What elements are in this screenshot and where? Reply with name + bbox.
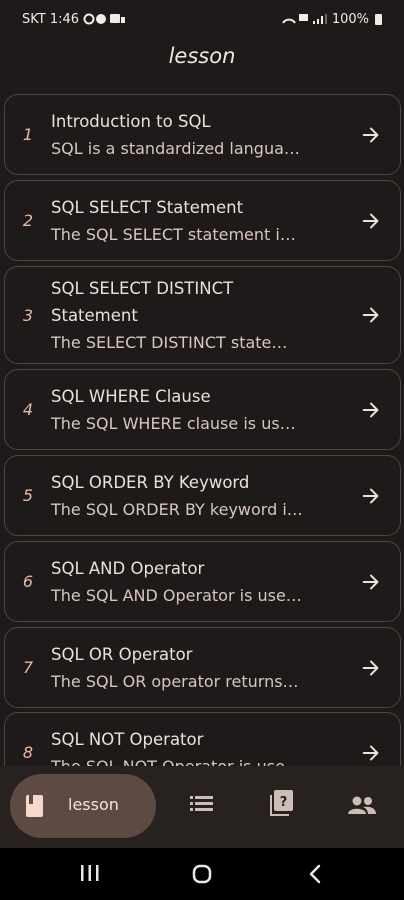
arrow-right-icon[interactable]	[342, 657, 400, 679]
lesson-number: 7	[22, 658, 34, 677]
nav-label-lesson: lesson	[68, 795, 119, 814]
lesson-card[interactable]: 2 SQL SELECT Statement The SQL SELECT st…	[4, 180, 401, 261]
arrow-right-icon[interactable]	[342, 742, 400, 764]
lesson-description: The SQL NOT Operator is use…	[51, 756, 301, 767]
lesson-card[interactable]: 4 SQL WHERE Clause The SQL WHERE clause …	[4, 369, 401, 450]
lesson-text: SQL SELECT Statement The SQL SELECT stat…	[51, 194, 342, 248]
lesson-description: The SQL OR operator returns …	[51, 671, 303, 691]
lesson-description: The SQL WHERE clause is us…	[51, 413, 296, 433]
back-icon[interactable]	[308, 864, 322, 888]
lesson-text: Introduction to SQL SQL is a standardize…	[51, 108, 342, 162]
arrow-right-icon[interactable]	[342, 571, 400, 593]
lesson-title: SQL NOT Operator	[51, 729, 204, 749]
people-icon[interactable]	[348, 796, 376, 818]
lesson-description: The SELECT DISTINCT state…	[51, 332, 288, 352]
bottom-nav: lesson ?	[0, 766, 404, 848]
notification-icon	[83, 13, 126, 25]
lesson-text: SQL ORDER BY Keyword The SQL ORDER BY ke…	[51, 469, 342, 523]
status-bar: SKT 1:46 100%	[0, 0, 404, 38]
list-icon[interactable]	[190, 794, 214, 816]
lesson-number: 1	[22, 125, 34, 144]
lesson-title: SQL ORDER BY Keyword	[51, 472, 250, 492]
battery-text: 100%	[331, 11, 369, 27]
lesson-card[interactable]: 6 SQL AND Operator The SQL AND Operator …	[4, 541, 401, 622]
lesson-title: SQL WHERE Clause	[51, 386, 211, 406]
status-right: 100%	[281, 11, 382, 27]
arrow-right-icon[interactable]	[342, 304, 400, 326]
lesson-number: 8	[22, 743, 34, 762]
lesson-text: SQL SELECT DISTINCT Statement The SELECT…	[51, 275, 342, 356]
carrier-time: SKT 1:46	[22, 11, 80, 27]
lesson-title: SQL AND Operator	[51, 558, 205, 578]
lesson-card[interactable]: 1 Introduction to SQL SQL is a standardi…	[4, 94, 401, 175]
home-icon[interactable]	[192, 864, 212, 888]
system-nav-bar	[0, 848, 404, 900]
arrow-right-icon[interactable]	[342, 485, 400, 507]
quiz-icon[interactable]: ?	[270, 790, 294, 820]
lesson-number: 5	[22, 486, 34, 505]
recent-apps-icon[interactable]	[80, 864, 100, 886]
lesson-title: SQL SELECT Statement	[51, 197, 244, 217]
lesson-description: The SQL ORDER BY keyword i…	[51, 499, 303, 519]
lesson-list[interactable]: 1 Introduction to SQL SQL is a standardi…	[0, 94, 404, 766]
lesson-card[interactable]: 8 SQL NOT Operator The SQL NOT Operator …	[4, 712, 401, 766]
battery-icon	[375, 13, 382, 25]
lesson-title: SQL OR Operator	[51, 644, 193, 664]
lesson-description: SQL is a standardized langua…	[51, 138, 300, 158]
lesson-number: 3	[22, 305, 34, 325]
page-title: lesson	[168, 44, 236, 68]
app-screen: SKT 1:46 100% lesson 1 Introduction to S…	[0, 0, 404, 900]
lesson-title: SQL SELECT DISTINCT Statement	[51, 278, 234, 325]
lesson-title: Introduction to SQL	[51, 111, 211, 131]
lesson-card[interactable]: 5 SQL ORDER BY Keyword The SQL ORDER BY …	[4, 455, 401, 536]
lesson-card[interactable]: 7 SQL OR Operator The SQL OR operator re…	[4, 627, 401, 708]
lesson-text: SQL OR Operator The SQL OR operator retu…	[51, 641, 342, 695]
lesson-description: The SQL SELECT statement i…	[51, 224, 296, 244]
lesson-text: SQL AND Operator The SQL AND Operator is…	[51, 555, 342, 609]
lesson-text: SQL NOT Operator The SQL NOT Operator is…	[51, 726, 342, 767]
lesson-text: SQL WHERE Clause The SQL WHERE clause is…	[51, 383, 342, 437]
lesson-description: The SQL AND Operator is use…	[51, 585, 302, 605]
arrow-right-icon[interactable]	[342, 124, 400, 146]
lesson-number: 6	[22, 572, 34, 591]
book-icon	[24, 794, 46, 822]
status-left: SKT 1:46	[22, 12, 127, 27]
lesson-number: 4	[22, 400, 34, 419]
nav-item-lesson[interactable]: lesson	[10, 774, 156, 838]
signal-icons	[281, 14, 327, 24]
lesson-card[interactable]: 3 SQL SELECT DISTINCT Statement The SELE…	[4, 266, 401, 364]
lesson-number: 2	[22, 211, 34, 230]
arrow-right-icon[interactable]	[342, 399, 400, 421]
arrow-right-icon[interactable]	[342, 210, 400, 232]
svg-text:?: ?	[280, 795, 288, 810]
